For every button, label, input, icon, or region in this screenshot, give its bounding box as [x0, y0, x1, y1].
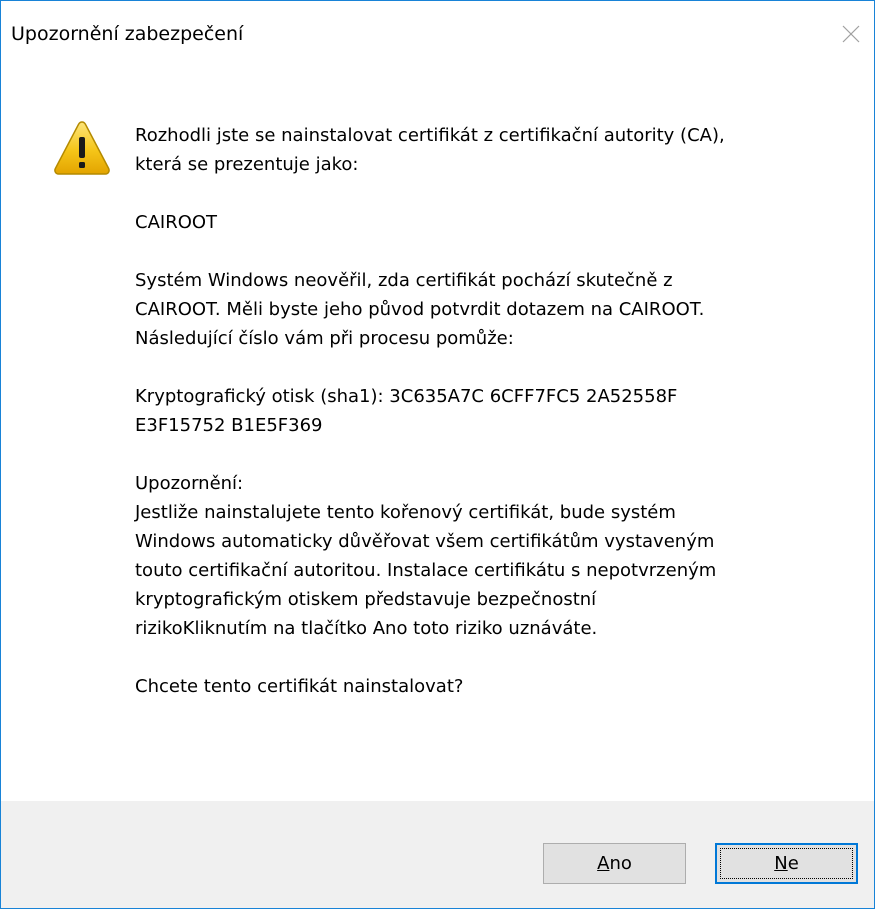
warning-line: Windows automaticky důvěřovat všem certi…	[135, 531, 715, 552]
question-text: Chcete tento certifikát nainstalovat?	[135, 676, 464, 697]
close-icon	[842, 25, 860, 43]
thumbprint-paragraph: Kryptografický otisk (sha1): 3C635A7C 6C…	[135, 382, 855, 440]
warning-line: Jestliže nainstalujete tento kořenový ce…	[135, 502, 676, 523]
close-button[interactable]	[828, 9, 874, 59]
verify-paragraph: Systém Windows neověřil, zda certifikát …	[135, 266, 855, 353]
no-button[interactable]: Ne	[715, 843, 858, 884]
verify-line: CAIROOT. Měli byste jeho původ potvrdit …	[135, 299, 705, 320]
window-title: Upozornění zabezpečení	[11, 23, 244, 45]
button-bar: Ano Ne	[1, 801, 874, 908]
intro-paragraph: Rozhodli jste se nainstalovat certifikát…	[135, 121, 855, 179]
question-paragraph: Chcete tento certifikát nainstalovat?	[135, 672, 855, 701]
focus-ring	[720, 848, 853, 879]
message-text: Rozhodli jste se nainstalovat certifikát…	[135, 121, 855, 730]
ca-name-paragraph: CAIROOT	[135, 208, 855, 237]
verify-line: Následující číslo vám při procesu pomůže…	[135, 328, 514, 349]
warning-paragraph: Upozornění: Jestliže nainstalujete tento…	[135, 469, 855, 643]
yes-button[interactable]: Ano	[543, 843, 686, 884]
warning-triangle-icon	[54, 121, 110, 175]
verify-line: Systém Windows neověřil, zda certifikát …	[135, 270, 673, 291]
warning-line: touto certifikační autoritou. Instalace …	[135, 560, 717, 581]
thumbprint-line: E3F15752 B1E5F369	[135, 415, 323, 436]
thumbprint-line: Kryptografický otisk (sha1): 3C635A7C 6C…	[135, 386, 678, 407]
intro-line: Rozhodli jste se nainstalovat certifikát…	[135, 125, 725, 146]
dialog-content: Rozhodli jste se nainstalovat certifikát…	[1, 71, 874, 801]
intro-line: která se prezentuje jako:	[135, 154, 359, 175]
ca-name: CAIROOT	[135, 212, 218, 233]
security-warning-dialog: Upozornění zabezpečení Rozhodli jste se …	[0, 0, 875, 909]
warning-line: kryptografickým otiskem představuje bezp…	[135, 589, 597, 610]
warning-heading: Upozornění:	[135, 473, 244, 494]
yes-button-label: Ano	[597, 853, 632, 874]
warning-line: rizikoKliknutím na tlačítko Ano toto riz…	[135, 618, 598, 639]
title-bar[interactable]: Upozornění zabezpečení	[1, 1, 874, 71]
